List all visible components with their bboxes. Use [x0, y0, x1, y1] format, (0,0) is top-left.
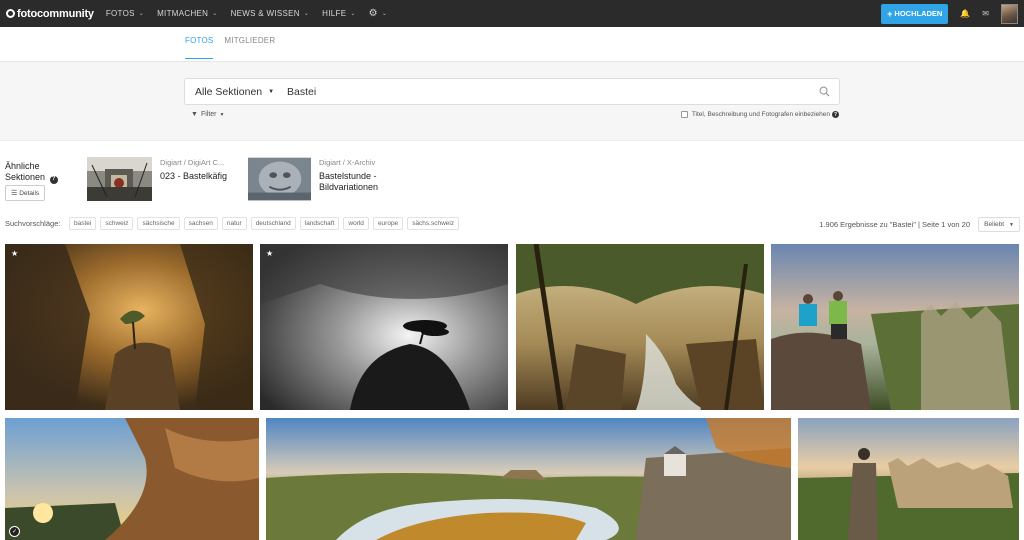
photo-thumbnail[interactable]	[266, 418, 791, 540]
details-label: Details	[19, 189, 40, 197]
suggestion-tag[interactable]: europe	[372, 217, 404, 230]
section-thumbnail	[248, 157, 311, 201]
section-dropdown[interactable]: Alle Sektionen ▼	[185, 86, 287, 98]
plus-icon: +	[887, 8, 893, 19]
chevron-down-icon: ⌄	[381, 11, 388, 17]
top-navbar: fotocommunity FOTOS ⌄ MITMACHEN ⌄ NEWS & W…	[0, 0, 1024, 27]
suggestion-tag[interactable]: sachsen	[183, 217, 218, 230]
chevron-down-icon: ⌄	[138, 11, 145, 17]
logo-icon	[6, 9, 15, 18]
upload-label: HOCHLADEN	[894, 9, 943, 18]
tab-mitglieder[interactable]: MITGLIEDER	[224, 36, 275, 59]
similar-heading-line2: Sektionen	[5, 172, 46, 182]
photo-image	[266, 418, 791, 540]
caret-down-icon: ▼	[219, 111, 225, 118]
nav-item-label: FOTOS	[105, 9, 135, 18]
photo-image	[771, 244, 1019, 410]
nav-item-fotos[interactable]: FOTOS ⌄	[106, 8, 144, 19]
suggestion-tag[interactable]: sächs.schweiz	[407, 217, 460, 230]
tab-fotos[interactable]: FOTOS	[185, 36, 214, 59]
photo-image	[5, 418, 259, 540]
nav-item-mitmachen[interactable]: MITMACHEN ⌄	[157, 8, 217, 19]
settings-menu[interactable]: ⚙ ⌄	[369, 8, 388, 19]
caret-down-icon: ▼	[268, 88, 275, 95]
results-count: 1.906 Ergebnisse zu "Bastei" | Seite 1 v…	[819, 220, 970, 229]
list-icon: ☰	[11, 190, 18, 197]
photo-thumbnail[interactable]: ★	[5, 244, 253, 410]
search-bar: Alle Sektionen ▼	[184, 78, 840, 105]
top-right-actions: + HOCHLADEN 🔔 ✉	[881, 0, 1018, 27]
details-button[interactable]: ☰ Details	[5, 185, 46, 201]
section-dropdown-label: Alle Sektionen	[195, 85, 263, 98]
avatar[interactable]	[1001, 3, 1018, 24]
suggestion-tag[interactable]: bastei	[69, 217, 97, 230]
nav-item-hilfe[interactable]: HILFE ⌄	[322, 8, 356, 19]
similar-section-card[interactable]: Digiart / DigiArt C... 023 - Bastelkäfig	[87, 157, 230, 201]
search-icon[interactable]	[819, 86, 830, 97]
gear-icon: ⚙	[368, 8, 378, 19]
similar-section-card[interactable]: Digiart / X-Archiv Bastelstunde - Bildva…	[248, 157, 409, 201]
photo-thumbnail[interactable]	[771, 244, 1019, 410]
caret-down-icon: ▼	[1009, 221, 1014, 228]
chevron-down-icon: ⌄	[303, 11, 310, 17]
envelope-icon[interactable]: ✉	[982, 9, 989, 18]
nav-item-news[interactable]: NEWS & WISSEN ⌄	[231, 8, 310, 19]
nav-item-label: MITMACHEN	[157, 9, 209, 18]
nav-item-label: NEWS & WISSEN	[230, 9, 300, 18]
photo-image	[5, 244, 253, 410]
main-nav: FOTOS ⌄ MITMACHEN ⌄ NEWS & WISSEN ⌄ HILFE ⌄ …	[106, 8, 400, 19]
filter-button[interactable]: ▼ Filter ▼	[191, 111, 224, 118]
logo[interactable]: fotocommunity	[6, 8, 94, 20]
star-icon: ★	[266, 249, 274, 258]
sort-label: Beliebt	[984, 221, 1005, 228]
bell-icon[interactable]: 🔔	[960, 9, 970, 18]
filter-label: Filter	[200, 111, 217, 118]
search-input[interactable]	[287, 85, 787, 98]
photo-thumbnail[interactable]	[798, 418, 1019, 540]
include-title-label: Titel, Beschreibung und Fotografen einbe…	[691, 111, 830, 118]
photo-image	[798, 418, 1019, 540]
similar-heading-line1: Ähnliche	[5, 161, 40, 171]
section-path: Digiart / DigiArt C...	[160, 158, 225, 167]
filter-icon: ▼	[191, 111, 198, 118]
sort-dropdown[interactable]: Beliebt ▼	[978, 217, 1020, 232]
section-thumbnail	[87, 157, 152, 201]
search-tabs: FOTOS MITGLIEDER	[185, 36, 286, 59]
section-title: 023 - Bastelkäfig	[160, 171, 228, 181]
suggestions-label: Suchvorschläge:	[5, 219, 61, 228]
chevron-down-icon: ⌄	[350, 11, 356, 17]
suggestion-tags: bastei schweiz sächsische sachsen natur deuts…	[69, 217, 463, 230]
section-path: Digiart / X-Archiv	[319, 158, 376, 167]
suggestion-tag[interactable]: world	[343, 217, 369, 230]
suggestion-tag[interactable]: landschaft	[299, 217, 340, 230]
suggestion-tag[interactable]: natur	[221, 217, 247, 230]
search-panel: Alle Sektionen ▼ ▼ Filter ▼ Titel, Besch…	[0, 62, 1024, 141]
section-title: Bastelstunde - Bildvariationen	[319, 171, 379, 192]
chevron-down-icon: ⌄	[212, 11, 218, 17]
help-icon[interactable]: ?	[49, 175, 58, 184]
upload-button[interactable]: + HOCHLADEN	[881, 3, 949, 24]
include-title-option: Titel, Beschreibung und Fotografen einbe…	[680, 111, 839, 118]
similar-sections-heading: Ähnliche Sektionen ?	[5, 161, 58, 184]
help-icon[interactable]: ?	[832, 111, 839, 118]
photo-thumbnail[interactable]: ★	[260, 244, 508, 410]
photo-thumbnail[interactable]	[516, 244, 764, 410]
suggestion-tag[interactable]: deutschland	[250, 217, 296, 230]
include-title-checkbox[interactable]	[680, 111, 688, 118]
suggestion-tag[interactable]: sächsische	[137, 217, 180, 230]
suggestion-tag[interactable]: schweiz	[100, 217, 134, 230]
photo-image	[516, 244, 764, 410]
shield-check-icon: ✓	[9, 526, 20, 537]
star-icon: ★	[11, 249, 19, 258]
photo-image	[260, 244, 508, 410]
nav-item-label: HILFE	[322, 9, 347, 18]
logo-text: fotocommunity	[17, 7, 94, 20]
photo-thumbnail[interactable]: ✓	[5, 418, 259, 540]
